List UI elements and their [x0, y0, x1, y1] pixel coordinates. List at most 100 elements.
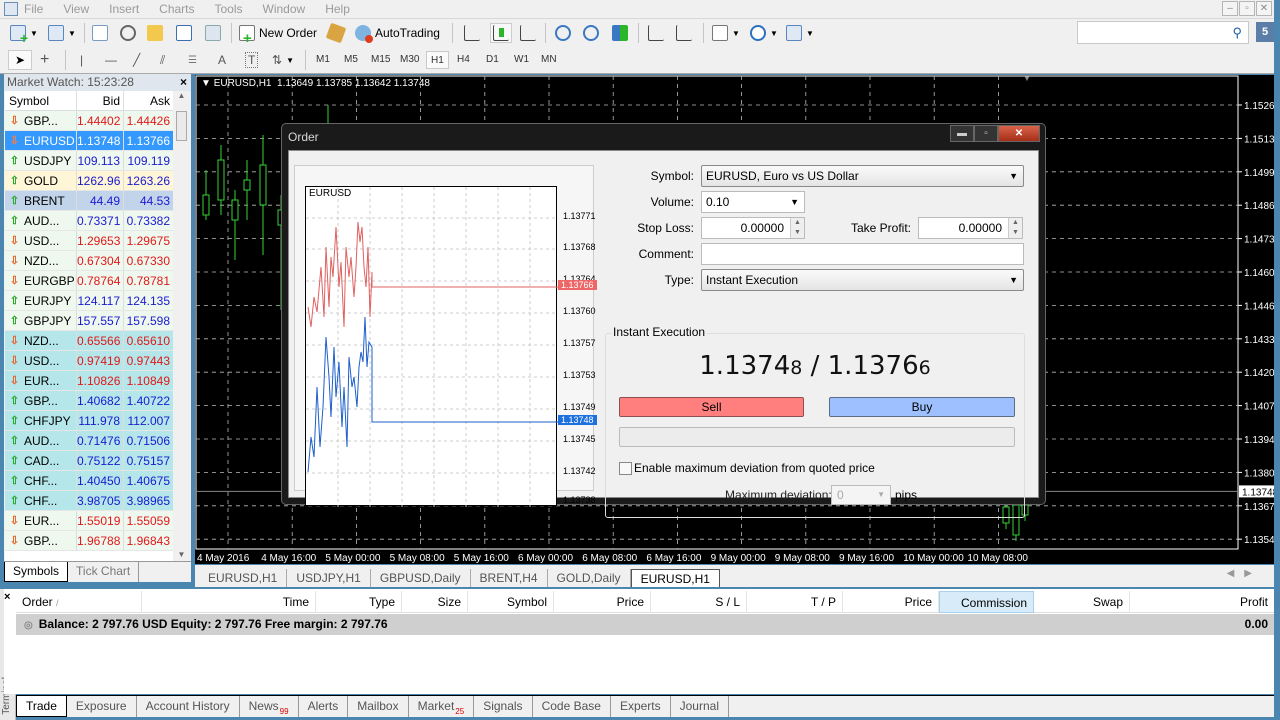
market-watch-scrollbar[interactable]: ▲ ▼ [174, 91, 189, 561]
market-watch-row[interactable]: ⇧ CAD... 0.75122 0.75157 [5, 451, 173, 471]
col-symbol[interactable]: Symbol [468, 591, 554, 613]
crosshair-tool[interactable]: + [40, 50, 49, 70]
market-watch-row[interactable]: ⇧ USDJPY 109.113 109.119 [5, 151, 173, 171]
text-label-tool[interactable]: T [245, 50, 259, 70]
indicators-button[interactable]: ▼ [712, 23, 740, 43]
terminal-tab-experts[interactable]: Experts [611, 696, 671, 717]
line-chart-button[interactable] [520, 23, 536, 43]
symbol-select[interactable]: EURUSD, Euro vs US Dollar ▼ [701, 165, 1024, 187]
menu-view[interactable]: View [63, 2, 89, 16]
col-profit[interactable]: Profit [1130, 591, 1274, 613]
market-watch-row[interactable]: ⇧ EURJPY 124.117 124.135 [5, 291, 173, 311]
dialog-maximize-button[interactable]: ▫ [974, 125, 998, 142]
terminal-tab-code-base[interactable]: Code Base [533, 696, 611, 717]
chart-tab[interactable]: USDJPY,H1 [287, 569, 371, 587]
horizontal-line-tool[interactable]: — [105, 50, 117, 70]
new-chart-button[interactable]: + ▼ [10, 23, 38, 45]
tab-symbols[interactable]: Symbols [4, 562, 69, 582]
market-watch-row[interactable]: ⇧ GBPJPY 157.557 157.598 [5, 311, 173, 331]
col-bid[interactable]: Bid [77, 91, 124, 110]
metaeditor-button[interactable] [325, 22, 347, 44]
timeframe-h4[interactable]: H4 [453, 51, 474, 69]
timeframe-d1[interactable]: D1 [482, 51, 503, 69]
menu-insert[interactable]: Insert [109, 2, 139, 16]
col-size[interactable]: Size [402, 591, 468, 613]
timeframe-m30[interactable]: M30 [396, 51, 423, 69]
market-watch-row[interactable]: ⇧ GBP... 1.40682 1.40722 [5, 391, 173, 411]
trendline-tool[interactable]: ╱ [133, 50, 140, 70]
close-icon[interactable]: × [180, 74, 187, 90]
timeframe-mn[interactable]: MN [537, 51, 561, 69]
cursor-tool[interactable]: ➤ [8, 50, 32, 70]
timeframe-m1[interactable]: M1 [312, 51, 334, 69]
new-order-button[interactable]: + New Order [239, 23, 317, 46]
chart-tab[interactable]: GBPUSD,Daily [371, 569, 471, 587]
scroll-down-icon[interactable]: ▼ [174, 550, 189, 559]
terminal-tab-news[interactable]: News99 [240, 696, 299, 717]
market-watch-row[interactable]: ⇩ USD... 0.97419 0.97443 [5, 351, 173, 371]
terminal-tab-trade[interactable]: Trade [16, 696, 67, 717]
terminal-tab-alerts[interactable]: Alerts [299, 696, 349, 717]
col-order[interactable]: Order / [16, 591, 142, 613]
chart-tab[interactable]: EURUSD,H1 [199, 569, 288, 587]
terminal-tab-signals[interactable]: Signals [474, 696, 533, 717]
col-price[interactable]: Price [554, 591, 651, 613]
terminal-tab-exposure[interactable]: Exposure [67, 696, 137, 717]
market-watch-row[interactable]: ⇧ AUD... 0.71476 0.71506 [5, 431, 173, 451]
market-watch-row[interactable]: ⇩ EUR... 1.10826 1.10849 [5, 371, 173, 391]
chart-shift-button[interactable] [648, 23, 664, 43]
timeframe-m5[interactable]: M5 [340, 51, 362, 69]
menu-help[interactable]: Help [325, 2, 350, 16]
terminal-tab-market[interactable]: Market25 [409, 696, 475, 717]
col-type[interactable]: Type [316, 591, 402, 613]
timeframe-m15[interactable]: M15 [367, 51, 394, 69]
candlestick-button[interactable] [490, 23, 512, 43]
col-symbol[interactable]: Symbol [5, 91, 77, 110]
market-watch-row[interactable]: ⇧ AUD... 0.73371 0.73382 [5, 211, 173, 231]
sell-button[interactable]: Sell [619, 397, 804, 417]
terminal-tab-mailbox[interactable]: Mailbox [348, 696, 409, 717]
terminal-button[interactable] [176, 23, 192, 43]
search-input[interactable]: ⚲ [1077, 21, 1249, 44]
menu-window[interactable]: Window [263, 2, 306, 16]
market-watch-row[interactable]: ⇧ CHF... 1.40450 1.40675 [5, 471, 173, 491]
col-ask[interactable]: Ask [124, 91, 173, 110]
chart-tab[interactable]: EURUSD,H1 [630, 569, 720, 587]
fibonacci-tool[interactable]: ☰ [188, 50, 197, 70]
menu-tools[interactable]: Tools [215, 2, 243, 16]
market-watch-button[interactable] [92, 23, 108, 43]
search-icon[interactable]: ⚲ [1232, 25, 1242, 41]
market-watch-row[interactable]: ⇩ EURGBP 0.78764 0.78781 [5, 271, 173, 291]
col-swap[interactable]: Swap [1034, 591, 1130, 613]
terminal-close-icon[interactable]: × [4, 591, 10, 603]
market-watch-row[interactable]: ⇧ BRENT 44.49 44.53 [5, 191, 173, 211]
equidistant-channel-tool[interactable]: ⫽ [160, 50, 165, 70]
strategy-tester-button[interactable] [205, 23, 221, 43]
chart-tab[interactable]: BRENT,H4 [471, 569, 548, 587]
market-watch-row[interactable]: ⇩ GBP... 1.44402 1.44426 [5, 111, 173, 131]
market-watch-row[interactable]: ⇧ CHF... 3.98705 3.98965 [5, 491, 173, 511]
chart-menu-icon[interactable]: ▼ [201, 78, 214, 89]
scrollbar-thumb[interactable] [176, 111, 187, 141]
navigator-button[interactable] [120, 23, 136, 43]
close-button[interactable]: ✕ [1256, 1, 1272, 16]
restore-button[interactable]: ▫ [1239, 1, 1255, 16]
templates-button[interactable]: ▼ [786, 23, 814, 43]
take-profit-spinner[interactable]: ▲ ▼ [1008, 218, 1022, 238]
tile-windows-button[interactable] [612, 23, 628, 43]
autotrading-button[interactable]: AutoTrading [355, 23, 440, 43]
stop-loss-input[interactable]: 0.00000 ▲ ▼ [701, 217, 805, 239]
chart-tab[interactable]: GOLD,Daily [548, 569, 631, 587]
menu-file[interactable]: File [24, 2, 43, 16]
terminal-tab-account-history[interactable]: Account History [137, 696, 240, 717]
stop-loss-spinner[interactable]: ▲ ▼ [790, 218, 804, 238]
auto-scroll-button[interactable] [676, 23, 692, 43]
volume-combo[interactable]: 0.10 ▼ [701, 191, 805, 213]
market-watch-row[interactable]: ⇩ EURUSD 1.13748 1.13766 [5, 131, 173, 151]
col-time[interactable]: Time [142, 591, 316, 613]
buy-button[interactable]: Buy [829, 397, 1015, 417]
market-watch-row[interactable]: ⇧ CHFJPY 111.978 112.007 [5, 411, 173, 431]
terminal-tab-journal[interactable]: Journal [671, 696, 729, 717]
col-commission[interactable]: Commission [939, 591, 1034, 613]
messages-badge[interactable]: 5 [1256, 22, 1274, 42]
